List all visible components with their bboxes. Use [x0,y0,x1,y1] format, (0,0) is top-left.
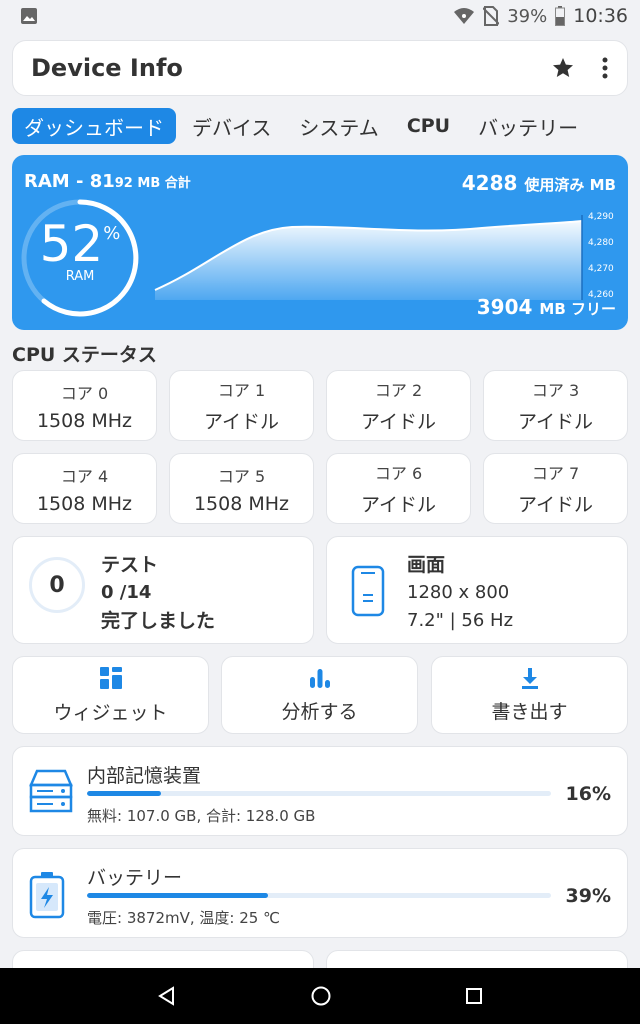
core-name: コア 5 [217,466,266,486]
core-name: コア 0 [60,383,109,403]
ram-percent-sign: % [103,223,121,244]
battery-name: バッテリー [87,867,183,889]
core-card[interactable]: コア 7 アイドル [483,453,628,524]
widget-icon [99,666,122,689]
core-value: アイドル [517,411,594,433]
y-tick: 4,270 [588,264,614,274]
test-card[interactable]: 0 テスト 0 /14 完了しました [12,536,314,644]
tab-battery[interactable]: バッテリー [466,108,590,144]
tab-system[interactable]: システム [287,108,390,144]
core-card[interactable]: コア 5 1508 MHz [169,453,314,524]
ram-card[interactable]: 4,290 4,280 4,270 4,260 RAM - 8192 MB 合計… [12,155,628,330]
ram-used-value: 4288 [461,171,518,195]
core-name: コア 1 [217,381,266,400]
system-nav-bar [0,968,640,1024]
core-value: 1508 MHz [36,492,133,515]
gallery-notification-icon [21,8,37,24]
storage-detail: 無料: 107.0 GB, 合計: 128.0 GB [87,807,316,825]
battery-percent: 39% [565,885,611,907]
screen-details: 7.2" | 56 Hz [407,610,514,631]
battery-progress-fill [87,893,268,898]
more-vert-icon[interactable] [601,56,609,80]
battery-card[interactable]: バッテリー 電圧: 3872mV, 温度: 25 ℃ 39% [12,848,628,938]
battery-percent: 39% [507,5,548,27]
screen-card[interactable]: 画面 1280 x 800 7.2" | 56 Hz [326,536,628,644]
home-icon[interactable] [310,985,332,1007]
y-tick: 4,280 [588,238,614,248]
battery-card-icon [29,872,65,919]
storage-card[interactable]: 内部記憶装置 無料: 107.0 GB, 合計: 128.0 GB 16% [12,746,628,836]
ram-total-suffix: 92 MB 合計 [114,176,191,191]
cpu-core-grid: コア 0 1508 MHz コア 1 アイドル コア 2 アイドル コア 3 アイドル … [12,370,628,524]
battery-icon [555,6,566,26]
recents-icon[interactable] [465,987,483,1005]
ram-area [155,221,582,300]
core-card[interactable]: コア 1 アイドル [169,370,314,441]
core-value: アイドル [203,411,280,433]
phone-icon [351,565,385,617]
wifi-icon [454,8,475,24]
star-icon[interactable] [551,56,575,80]
no-sim-icon [483,6,500,26]
storage-percent: 16% [565,783,611,805]
app-title: Device Info [31,54,183,82]
core-name: コア 7 [531,464,580,483]
widget-button[interactable]: ウィジェット [12,656,209,734]
screen-resolution: 1280 x 800 [407,582,510,603]
ram-gauge: 52% RAM [22,215,138,284]
storage-progress-fill [87,791,162,796]
tab-device[interactable]: デバイス [180,108,283,144]
core-card[interactable]: コア 2 アイドル [326,370,471,441]
storage-progress-track [87,791,551,796]
core-card[interactable]: コア 3 アイドル [483,370,628,441]
core-card[interactable]: コア 6 アイドル [326,453,471,524]
core-card[interactable]: コア 0 1508 MHz [12,370,157,441]
storage-icon [29,769,73,813]
chart-icon [309,668,330,688]
ram-free: 3904 MB フリー [477,295,616,319]
core-name: コア 2 [374,381,423,400]
export-button[interactable]: 書き出す [431,656,628,734]
cpu-section-title: CPU ステータス [12,344,157,366]
core-value: アイドル [517,494,594,516]
status-bar: 39% 10:36 [0,0,640,32]
tab-bar: ダッシュボード デバイス システム CPU バッテリー [12,107,640,145]
ram-free-value: 3904 [476,295,533,319]
app-bar: Device Info [12,40,628,96]
test-count: 0 /14 [101,582,152,603]
core-name: コア 4 [60,466,109,486]
ram-total: RAM - 8192 MB 合計 [24,171,191,192]
battery-detail: 電圧: 3872mV, 温度: 25 ℃ [87,909,280,927]
export-label: 書き出す [491,700,568,723]
widget-label: ウィジェット [53,701,168,724]
core-value: アイドル [360,494,437,516]
core-value: アイドル [360,411,437,433]
analyze-label: 分析する [281,700,358,723]
tab-cpu[interactable]: CPU [395,108,462,144]
test-title: テスト [101,554,159,576]
storage-name: 内部記憶装置 [87,765,202,787]
screen-title: 画面 [407,554,446,576]
y-tick: 4,290 [588,212,614,222]
test-status: 完了しました [101,610,216,632]
back-icon[interactable] [157,986,177,1006]
core-value: 1508 MHz [36,409,133,432]
battery-progress-track [87,893,551,898]
tab-dashboard[interactable]: ダッシュボード [12,108,176,144]
download-icon [521,667,538,689]
ram-total-prefix: RAM - 81 [24,171,115,192]
clock: 10:36 [573,5,628,27]
core-value: 1508 MHz [193,492,290,515]
ram-used: 4288 使用済み MB [462,171,616,195]
core-name: コア 6 [374,464,423,483]
analyze-button[interactable]: 分析する [221,656,418,734]
ram-free-unit: MB フリー [539,300,616,318]
core-card[interactable]: コア 4 1508 MHz [12,453,157,524]
ram-percent: 52 [39,215,104,273]
test-progress-ring: 0 [29,557,85,613]
ram-used-unit: 使用済み MB [524,176,616,194]
core-name: コア 3 [531,381,580,400]
